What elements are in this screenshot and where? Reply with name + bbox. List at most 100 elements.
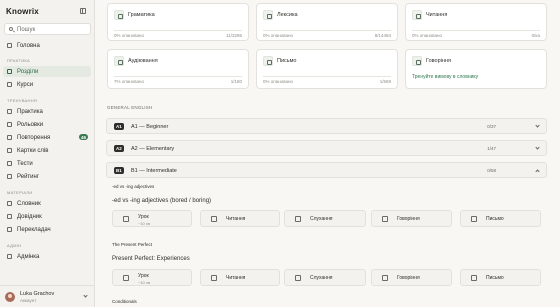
main-content: Граматика 0% опановано 11/3286 Лексика 0… <box>95 0 560 307</box>
sidebar-item-label: Адмінка <box>17 253 40 260</box>
sidebar-collapse-icon[interactable] <box>80 8 86 14</box>
level-row-b1[interactable]: B1 B1 — Intermediate 0/58 <box>106 162 547 178</box>
activity-reading[interactable]: Читання <box>200 269 280 286</box>
sidebar-item-label: Практика <box>17 108 43 115</box>
sidebar-item-label: Курси <box>17 81 34 88</box>
search-icon <box>9 27 13 31</box>
search-placeholder: Пошук <box>17 26 36 33</box>
microphone-icon <box>412 56 422 66</box>
checklist-icon <box>7 161 12 166</box>
book-open-icon <box>211 275 217 281</box>
pronunciation-link[interactable]: Тренуйте вимову в словнику <box>412 74 478 80</box>
sidebar-item-translator[interactable]: Перекладач <box>3 224 91 235</box>
sidebar-item-rating[interactable]: Рейтинг <box>3 171 91 182</box>
skill-percent: 0% опановано <box>114 33 145 38</box>
pen-icon <box>471 216 477 222</box>
activity-label: Говоріння <box>397 275 420 281</box>
sidebar-item-home[interactable]: Головна <box>3 40 91 51</box>
activity-label: Письмо <box>486 275 504 281</box>
skill-card-vocabulary[interactable]: Лексика 0% опановано 8/14494 <box>256 3 398 41</box>
sidebar-item-label: Довідник <box>17 213 42 220</box>
activity-label: Урок <box>138 213 149 220</box>
translate-icon <box>7 227 12 232</box>
grid-icon <box>7 69 12 74</box>
progress-bar <box>114 76 242 77</box>
user-name: Luka Grachov <box>20 291 55 297</box>
avatar <box>5 292 15 302</box>
logo[interactable]: Knowrix <box>6 7 39 16</box>
activity-lesson[interactable]: Урок ~10 хв <box>112 269 192 286</box>
sidebar-section-materials: Матеріали <box>7 190 33 195</box>
lesson-icon <box>123 275 129 281</box>
sidebar-item-label: Повторення <box>17 134 51 141</box>
progress-bar <box>114 30 242 31</box>
skill-title: Аудіювання <box>128 58 158 64</box>
sidebar: Knowrix Пошук Головна Практика Розділи К… <box>0 0 95 307</box>
sidebar-item-label: Рольовки <box>17 121 44 128</box>
skill-title: Граматика <box>128 12 155 18</box>
book-icon <box>7 82 12 87</box>
skill-percent: 0% опановано <box>263 33 294 38</box>
activity-label: Читання <box>226 216 246 222</box>
skill-card-speaking[interactable]: Говоріння Тренуйте вимову в словнику <box>405 49 547 89</box>
skill-count: 1/180 <box>230 79 242 84</box>
skill-title: Говоріння <box>426 58 451 64</box>
search-input[interactable]: Пошук <box>4 23 91 35</box>
skill-percent: 0% опановано <box>412 33 443 38</box>
sidebar-item-roleplays[interactable]: Рольовки <box>3 119 91 130</box>
activity-speaking[interactable]: Говоріння <box>371 269 452 286</box>
sidebar-section-training: Тренування <box>7 98 38 103</box>
level-code-badge: B1 <box>114 167 124 174</box>
level-row-a2[interactable]: A2 A2 — Elementary 1/47 <box>106 140 547 156</box>
grammar-icon <box>114 10 124 20</box>
level-row-a1[interactable]: A1 A1 — Beginner 0/37 <box>106 118 547 134</box>
activity-lesson[interactable]: Урок ~10 хв <box>112 210 192 227</box>
sidebar-item-admin[interactable]: Адмінка <box>3 251 91 262</box>
headphones-icon <box>295 216 301 222</box>
activity-listening[interactable]: Слухання <box>284 269 366 286</box>
activity-listening[interactable]: Слухання <box>284 210 366 227</box>
activity-writing[interactable]: Письмо <box>460 210 541 227</box>
sidebar-item-dictionary[interactable]: Словник <box>3 198 91 209</box>
home-icon <box>7 43 12 48</box>
sidebar-item-practice[interactable]: Практика <box>3 106 91 117</box>
headphones-icon <box>295 275 301 281</box>
progress-bar <box>263 76 391 77</box>
refresh-icon <box>7 135 12 140</box>
skill-count: 11/3286 <box>226 33 242 38</box>
subsection-title: The Present Perfect <box>112 242 153 247</box>
skill-card-writing[interactable]: Письмо 0% опановано 1/569 <box>256 49 398 89</box>
activity-speaking[interactable]: Говоріння <box>371 210 452 227</box>
skill-card-reading[interactable]: Читання 0% опановано 0/ка <box>405 3 547 41</box>
topic-title: Present Perfect: Experiences <box>112 256 190 262</box>
activity-duration: ~10 хв <box>138 220 151 226</box>
chevron-up-icon <box>535 169 540 174</box>
sidebar-item-tests[interactable]: Тести <box>3 158 91 169</box>
progress-bar <box>412 30 540 31</box>
activity-writing[interactable]: Письмо <box>460 269 541 286</box>
level-name: A1 — Beginner <box>131 123 169 130</box>
activity-reading[interactable]: Читання <box>200 210 280 227</box>
activity-label: Слухання <box>310 275 333 281</box>
skill-card-grammar[interactable]: Граматика 0% опановано 11/3286 <box>107 3 249 41</box>
sidebar-item-reviews[interactable]: Повторення 46 <box>3 132 91 143</box>
cards-icon <box>7 148 12 153</box>
headphones-icon <box>114 56 124 66</box>
trophy-icon <box>7 174 12 179</box>
reviews-count-badge: 46 <box>78 134 88 140</box>
activity-label: Письмо <box>486 216 504 222</box>
skill-title: Читання <box>426 12 448 18</box>
user-menu[interactable]: Luka Grachov Аккаунт <box>0 285 95 307</box>
sidebar-item-label: Головна <box>17 42 40 49</box>
activity-row: Урок ~10 хв Читання Слухання Говоріння П… <box>112 210 541 227</box>
sidebar-item-courses[interactable]: Курси <box>3 79 91 90</box>
skill-card-listening[interactable]: Аудіювання 7% опановано 1/180 <box>107 49 249 89</box>
sidebar-item-sections[interactable]: Розділи <box>3 66 91 77</box>
sidebar-item-label: Розділи <box>17 68 39 75</box>
book-open-icon <box>211 216 217 222</box>
sidebar-item-flashcards[interactable]: Картки слів <box>3 145 91 156</box>
skill-count: 8/14494 <box>374 33 391 38</box>
activity-label: Урок <box>138 272 149 279</box>
skill-percent: 7% опановано <box>114 79 145 84</box>
sidebar-item-reference[interactable]: Довідник <box>3 211 91 222</box>
